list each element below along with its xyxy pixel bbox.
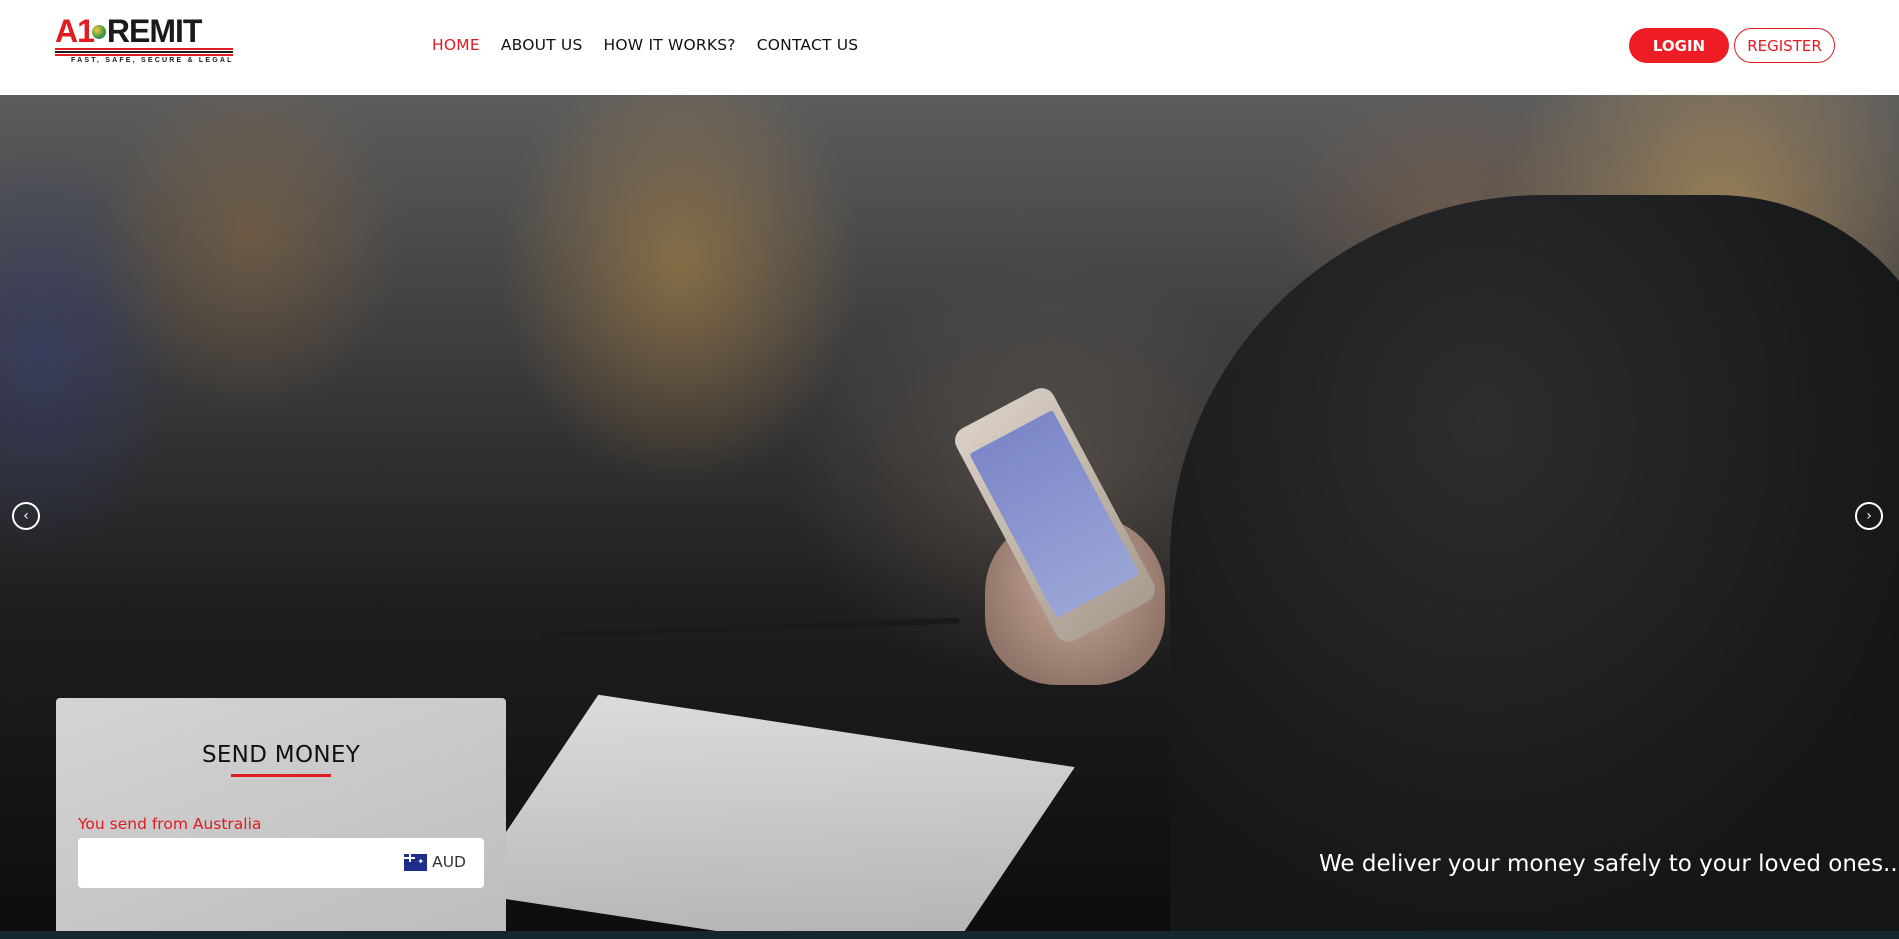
title-underline bbox=[231, 774, 331, 777]
send-amount-field[interactable]: AUD bbox=[78, 838, 484, 888]
logo-remit-text: REMIT bbox=[106, 13, 203, 49]
nav-about-us[interactable]: ABOUT US bbox=[501, 36, 583, 54]
chevron-left-icon: ‹ bbox=[23, 508, 29, 524]
hero-photo-person bbox=[1170, 195, 1899, 931]
carousel-prev-button[interactable]: ‹ bbox=[12, 502, 40, 530]
send-money-title: SEND MONEY bbox=[201, 742, 361, 768]
currency-code: AUD bbox=[432, 853, 466, 871]
logo-stripes bbox=[55, 48, 233, 56]
send-money-card: SEND MONEY You send from Australia AUD bbox=[56, 698, 506, 933]
page-bottom-strip bbox=[0, 931, 1899, 939]
chair-backrest bbox=[540, 617, 960, 639]
globe-icon bbox=[91, 24, 106, 39]
nav-home[interactable]: HOME bbox=[432, 36, 480, 54]
nav-how-it-works[interactable]: HOW IT WORKS? bbox=[604, 36, 736, 54]
logo-a1-text: A1 bbox=[55, 13, 95, 49]
hero-photo-notebook bbox=[465, 694, 1075, 931]
main-nav: HOME ABOUT US HOW IT WORKS? CONTACT US bbox=[432, 36, 858, 54]
send-from-label: You send from Australia bbox=[78, 815, 262, 833]
site-header: A1 REMIT FAST, SAFE, SECURE & LEGAL HOME … bbox=[0, 0, 1899, 95]
australia-flag-icon bbox=[404, 853, 428, 871]
login-button[interactable]: LOGIN bbox=[1629, 28, 1729, 63]
chair-backrest bbox=[0, 657, 330, 699]
register-button[interactable]: REGISTER bbox=[1734, 28, 1835, 63]
carousel-next-button[interactable]: › bbox=[1855, 502, 1883, 530]
chevron-right-icon: › bbox=[1866, 508, 1872, 524]
hero-caption: We deliver your money safely to your lov… bbox=[1319, 851, 1898, 877]
nav-contact-us[interactable]: CONTACT US bbox=[757, 36, 859, 54]
a1-remit-logo[interactable]: A1 REMIT FAST, SAFE, SECURE & LEGAL bbox=[55, 14, 235, 66]
currency-selector[interactable]: AUD bbox=[404, 853, 466, 871]
logo-tagline: FAST, SAFE, SECURE & LEGAL bbox=[71, 57, 234, 64]
hero-photo-phone bbox=[950, 383, 1160, 647]
logo-wordmark: A1 REMIT bbox=[55, 13, 203, 49]
